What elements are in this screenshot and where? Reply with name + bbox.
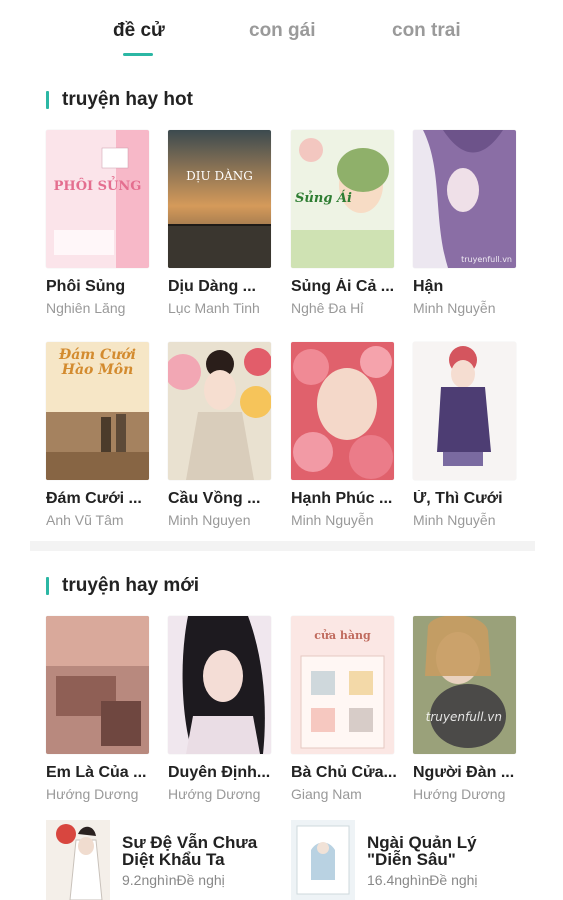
book-cover: Đám Cưới Hào Môn — [46, 342, 149, 480]
book-title: Phôi Sủng — [46, 278, 126, 295]
book-author: Hướng Dương — [46, 786, 139, 802]
book-cover — [291, 342, 394, 480]
list-item-title: Ngài Quản Lý "Diễn Sâu" — [367, 833, 477, 869]
cover-watermark: truyenfull.vn — [425, 710, 502, 724]
cover-title: DỊU DÀNG — [186, 169, 253, 183]
cover-title: Đám Cưới Hào Môn — [59, 347, 136, 378]
book-cover: PHÔI SỦNG — [46, 130, 149, 268]
book-title: Sủng Ái Cả ... — [291, 278, 395, 295]
book-cover: cửa hàng — [291, 616, 394, 754]
section-divider — [30, 541, 535, 551]
book-author: Minh Nguyễn — [291, 512, 374, 528]
list-item-title: Sư Đệ Vẫn Chưa Diệt Khẩu Ta — [122, 833, 258, 869]
book-title: Đám Cưới ... — [46, 490, 142, 507]
book-author: Hướng Dương — [168, 786, 261, 802]
book-author: Nghê Đa Hỉ — [291, 300, 364, 316]
list-item-recommendations: 9.2nghìnĐề nghị — [122, 872, 225, 888]
book-card[interactable]: Sủng Ái Sủng Ái Cả ... Nghê Đa Hỉ — [291, 130, 395, 316]
book-cover: truyenfull.vn — [413, 616, 516, 754]
book-author: Hướng Dương — [413, 786, 506, 802]
list-item-recommendations: 16.4nghìnĐề nghị — [367, 872, 478, 888]
book-card[interactable]: Duyên Định... Hướng Dương — [168, 616, 272, 802]
book-title: Em Là Của ... — [46, 764, 147, 781]
book-card[interactable]: Đám Cưới Hào Môn Đám Cưới ... Anh Vũ Tâm — [46, 342, 150, 528]
tab-girls[interactable]: con gái — [249, 20, 316, 42]
book-cover: Sủng Ái — [291, 130, 394, 268]
book-title: Bà Chủ Cửa... — [291, 764, 397, 781]
book-title: Hạnh Phúc ... — [291, 490, 393, 507]
book-card[interactable]: DỊU DÀNG Dịu Dàng ... Lục Manh Tinh — [168, 130, 272, 316]
book-cover — [168, 616, 271, 754]
top-tab-bar: đề cử con gái con trai — [0, 0, 563, 62]
book-card[interactable]: Em Là Của ... Hướng Dương — [46, 616, 150, 802]
book-cover: truyenfull.vn — [413, 130, 516, 268]
book-cover — [46, 820, 110, 900]
cover-watermark: truyenfull.vn — [461, 255, 512, 264]
book-title: Ừ, Thì Cưới — [413, 490, 503, 507]
book-title: Người Đàn ... — [413, 764, 515, 781]
book-author: Nghiên Lăng — [46, 300, 126, 316]
book-card[interactable]: PHÔI SỦNG Phôi Sủng Nghiên Lăng — [46, 130, 150, 316]
book-card[interactable]: Cầu Vồng ... Minh Nguyen — [168, 342, 272, 528]
book-author: Giang Nam — [291, 786, 362, 802]
active-tab-indicator — [123, 53, 153, 56]
section-title-hot: truyện hay hot — [46, 89, 193, 111]
book-title: Dịu Dàng ... — [168, 278, 256, 295]
list-item[interactable]: Ngài Quản Lý "Diễn Sâu" 16.4nghìnĐề nghị — [291, 820, 531, 900]
tab-recommended[interactable]: đề cử — [113, 20, 165, 42]
book-cover — [46, 616, 149, 754]
book-author: Lục Manh Tinh — [168, 300, 260, 316]
book-author: Minh Nguyễn — [413, 300, 496, 316]
book-card[interactable]: truyenfull.vn Người Đàn ... Hướng Dương — [413, 616, 517, 802]
book-title: Hận — [413, 278, 444, 295]
book-author: Anh Vũ Tâm — [46, 512, 124, 528]
book-cover — [168, 342, 271, 480]
book-card[interactable]: truyenfull.vn Hận Minh Nguyễn — [413, 130, 517, 316]
book-cover: DỊU DÀNG — [168, 130, 271, 268]
cover-title: Sủng Ái — [295, 191, 352, 206]
book-card[interactable]: Hạnh Phúc ... Minh Nguyễn — [291, 342, 395, 528]
book-cover — [291, 820, 355, 900]
list-item[interactable]: Sư Đệ Vẫn Chưa Diệt Khẩu Ta 9.2nghìnĐề n… — [46, 820, 281, 900]
book-title: Cầu Vồng ... — [168, 490, 261, 507]
book-author: Minh Nguyễn — [413, 512, 496, 528]
cover-title: PHÔI SỦNG — [53, 179, 142, 194]
book-author: Minh Nguyen — [168, 512, 251, 528]
book-cover — [413, 342, 516, 480]
book-card[interactable]: cửa hàng Bà Chủ Cửa... Giang Nam — [291, 616, 397, 802]
cover-title: cửa hàng — [314, 629, 371, 642]
section-title-new: truyện hay mới — [46, 575, 199, 597]
book-title: Duyên Định... — [168, 764, 271, 781]
book-card[interactable]: Ừ, Thì Cưới Minh Nguyễn — [413, 342, 517, 528]
tab-boys[interactable]: con trai — [392, 20, 461, 42]
